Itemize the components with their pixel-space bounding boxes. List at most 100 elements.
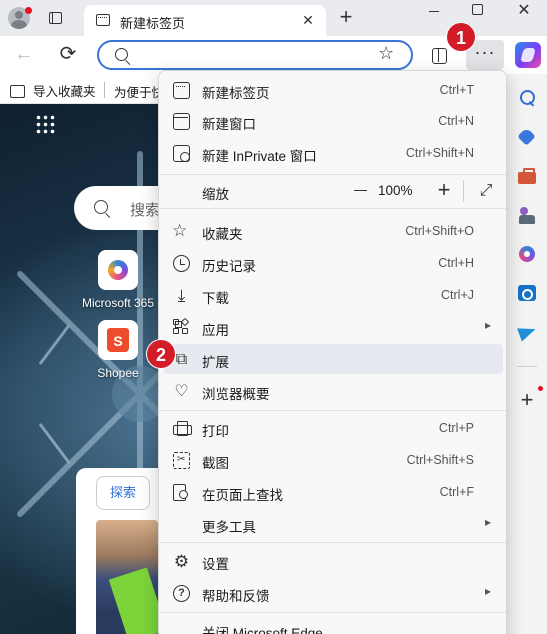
- menu-item-shortcut: Ctrl+J: [441, 288, 474, 302]
- menu-item-print[interactable]: 打印 Ctrl+P: [163, 413, 503, 443]
- send-icon[interactable]: [517, 322, 537, 342]
- history-icon: [173, 255, 190, 272]
- menu-item-downloads[interactable]: ⤓ 下载 Ctrl+J: [163, 280, 503, 310]
- menu-item-label: 新建 InPrivate 窗口: [202, 149, 317, 164]
- microsoft-365-icon: [108, 260, 128, 280]
- browser-essentials-icon: ♡: [174, 383, 189, 400]
- search-icon: [115, 48, 128, 61]
- import-favorites-button[interactable]: 导入收藏夹: [10, 81, 96, 100]
- menu-item-more-tools[interactable]: 更多工具 ▸: [163, 509, 503, 539]
- apps-icon-square: [173, 319, 182, 328]
- copilot-icon[interactable]: [515, 42, 541, 68]
- menu-item-label: 截图: [202, 456, 229, 471]
- menu-divider: [160, 612, 506, 613]
- tab-actions-button[interactable]: [44, 8, 66, 28]
- feed-tab-explore[interactable]: 探索: [96, 476, 150, 510]
- menu-item-extensions[interactable]: ⧉ 扩展: [163, 344, 503, 374]
- maximize-button[interactable]: [472, 4, 483, 15]
- menu-item-screenshot[interactable]: 截图 Ctrl+Shift+S: [163, 445, 503, 475]
- menu-item-label: 设置: [202, 557, 229, 572]
- favorites-hint-link[interactable]: 为便于快: [114, 82, 164, 101]
- step-badge-1: 1: [446, 22, 476, 52]
- apps-launcher-icon[interactable]: [35, 114, 55, 134]
- settings-and-more-menu: 新建标签页 Ctrl+T 新建窗口 Ctrl+N 新建 InPrivate 窗口…: [158, 70, 507, 634]
- menu-item-new-tab[interactable]: 新建标签页 Ctrl+T: [163, 75, 503, 105]
- menu-item-close-edge[interactable]: 关闭 Microsoft Edge: [163, 615, 503, 634]
- new-tab-button[interactable]: +: [334, 6, 358, 30]
- edge-sidebar: +: [507, 74, 547, 634]
- menu-item-shortcut: Ctrl+N: [438, 114, 474, 128]
- import-icon: [10, 85, 25, 98]
- menu-item-favorites[interactable]: ☆ 收藏夹 Ctrl+Shift+O: [163, 216, 503, 246]
- favorites-icon: ☆: [172, 221, 188, 240]
- shopping-tag-icon[interactable]: [517, 127, 537, 147]
- menu-item-shortcut: Ctrl+T: [439, 83, 474, 97]
- inprivate-window-icon: [173, 145, 190, 162]
- tile-label: Microsoft 365: [81, 296, 155, 310]
- quick-link-microsoft-365[interactable]: Microsoft 365: [78, 250, 158, 310]
- outlook-icon[interactable]: [517, 283, 537, 303]
- help-icon: ?: [173, 585, 190, 602]
- refresh-button[interactable]: ⟳: [56, 42, 80, 66]
- sidebar-divider: [517, 366, 537, 367]
- settings-gear-icon: ⚙: [173, 552, 190, 571]
- new-tab-page-icon: [96, 14, 110, 26]
- menu-item-label: 浏览器概要: [202, 387, 270, 402]
- menu-item-history[interactable]: 历史记录 Ctrl+H: [163, 248, 503, 278]
- zoom-divider: [463, 180, 464, 202]
- profile-notification-dot: [25, 7, 32, 14]
- menu-item-settings[interactable]: ⚙ 设置: [163, 546, 503, 576]
- menu-item-find-on-page[interactable]: 在页面上查找 Ctrl+F: [163, 477, 503, 507]
- shopee-tile: S: [98, 320, 138, 360]
- menu-item-new-window[interactable]: 新建窗口 Ctrl+N: [163, 106, 503, 136]
- search-icon[interactable]: [517, 88, 537, 108]
- microsoft-365-tile: [98, 250, 138, 290]
- favorite-star-icon[interactable]: ☆: [378, 43, 394, 64]
- split-screen-button[interactable]: [430, 46, 448, 64]
- zoom-in-button[interactable]: +: [433, 178, 455, 202]
- menu-item-shortcut: Ctrl+Shift+O: [405, 224, 474, 238]
- new-window-icon: [173, 113, 190, 130]
- menu-item-apps[interactable]: 应用 ▸: [163, 312, 503, 342]
- menu-item-help-and-feedback[interactable]: ? 帮助和反馈 ▸: [163, 578, 503, 608]
- menu-divider: [160, 542, 506, 543]
- menu-item-zoom: 缩放 100% + ⤢: [163, 176, 503, 206]
- minimize-button[interactable]: [425, 2, 445, 20]
- screenshot-icon: [173, 452, 190, 469]
- menu-divider: [160, 410, 506, 411]
- menu-item-label: 帮助和反馈: [202, 589, 270, 604]
- fullscreen-icon[interactable]: ⤢: [475, 180, 497, 202]
- window-close-button[interactable]: ✕: [514, 1, 534, 21]
- tools-icon[interactable]: [517, 166, 537, 186]
- menu-item-label: 打印: [202, 424, 229, 439]
- menu-divider: [160, 174, 506, 175]
- menu-item-label: 扩展: [202, 355, 229, 370]
- submenu-arrow-icon: ▸: [484, 515, 491, 529]
- download-icon: ⤓: [177, 286, 186, 305]
- menu-item-label: 收藏夹: [202, 227, 243, 242]
- back-button[interactable]: ←: [12, 42, 36, 66]
- menu-item-label: 新建标签页: [202, 86, 270, 101]
- tab-new-tab[interactable]: 新建标签页 ✕: [84, 5, 326, 36]
- zoom-level: 100%: [378, 183, 413, 198]
- sidebar-notification-dot: [538, 386, 543, 391]
- menu-item-label: 历史记录: [202, 259, 256, 274]
- menu-divider: [160, 208, 506, 209]
- step-badge-2: 2: [146, 339, 176, 369]
- tab-close-button[interactable]: ✕: [298, 10, 318, 30]
- submenu-arrow-icon: ▸: [484, 584, 491, 598]
- address-bar[interactable]: ☆: [97, 40, 413, 70]
- menu-item-label: 新建窗口: [202, 117, 256, 132]
- menu-item-label: 更多工具: [202, 520, 256, 535]
- menu-item-label: 缩放: [202, 187, 229, 202]
- microsoft-365-icon[interactable]: [517, 244, 537, 264]
- menu-item-browser-essentials[interactable]: ♡ 浏览器概要: [163, 376, 503, 406]
- add-sidebar-app-button[interactable]: +: [515, 388, 539, 412]
- feed-thumbnail-image[interactable]: [96, 520, 158, 634]
- tile-label: Shopee: [97, 366, 139, 380]
- games-icon[interactable]: [517, 205, 537, 225]
- menu-item-label: 关闭 Microsoft Edge: [202, 626, 323, 634]
- zoom-out-button[interactable]: [350, 180, 372, 202]
- apps-icon-square: [173, 328, 179, 334]
- menu-item-new-inprivate-window[interactable]: 新建 InPrivate 窗口 Ctrl+Shift+N: [163, 138, 503, 168]
